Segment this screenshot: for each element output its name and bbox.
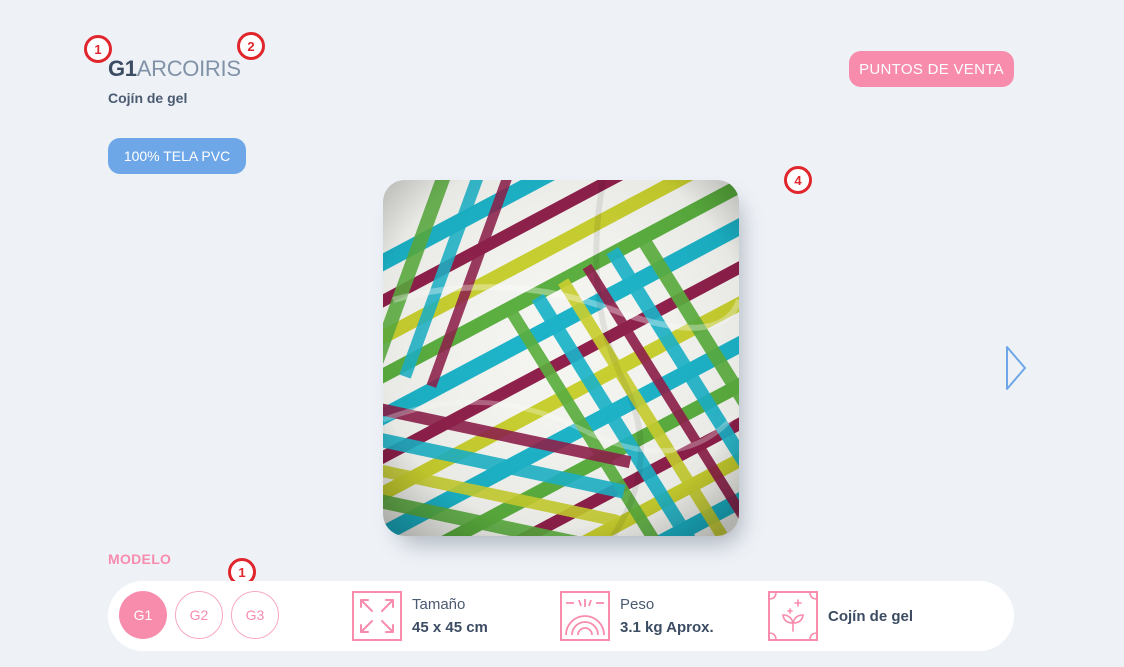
gel-cushion-image xyxy=(383,180,739,536)
annotation-marker-4: 4 xyxy=(784,166,812,194)
expand-arrows-icon xyxy=(352,591,402,641)
annotation-marker-2: 2 xyxy=(237,32,265,60)
size-label: Tamaño xyxy=(412,596,466,613)
weight-label: Peso xyxy=(620,596,655,613)
weight-value: 3.1 kg Aprox. xyxy=(620,619,714,636)
product-title: G1ARCOIRIS xyxy=(108,56,241,82)
spec-bar: G1 G2 G3 Tamaño 45 x 45 cm Peso 3.1 kg A… xyxy=(108,581,1014,651)
model-option-g1[interactable]: G1 xyxy=(119,591,167,639)
material-badge: 100% TELA PVC xyxy=(108,138,246,174)
scale-gauge-icon xyxy=(560,591,610,641)
leaf-sparkle-icon xyxy=(768,591,818,641)
model-option-g3[interactable]: G3 xyxy=(231,591,279,639)
modelo-label: MODELO xyxy=(108,551,172,567)
size-value: 45 x 45 cm xyxy=(412,619,488,636)
product-name: ARCOIRIS xyxy=(136,56,241,81)
chevron-right-icon[interactable] xyxy=(1002,344,1030,392)
product-code: G1 xyxy=(108,56,137,81)
puntos-de-venta-button[interactable]: PUNTOS DE VENTA xyxy=(849,51,1014,87)
model-option-g2[interactable]: G2 xyxy=(175,591,223,639)
product-subtitle: Cojín de gel xyxy=(108,90,188,106)
product-image xyxy=(383,180,743,546)
annotation-marker-1: 1 xyxy=(84,35,112,63)
type-value: Cojín de gel xyxy=(828,608,914,625)
